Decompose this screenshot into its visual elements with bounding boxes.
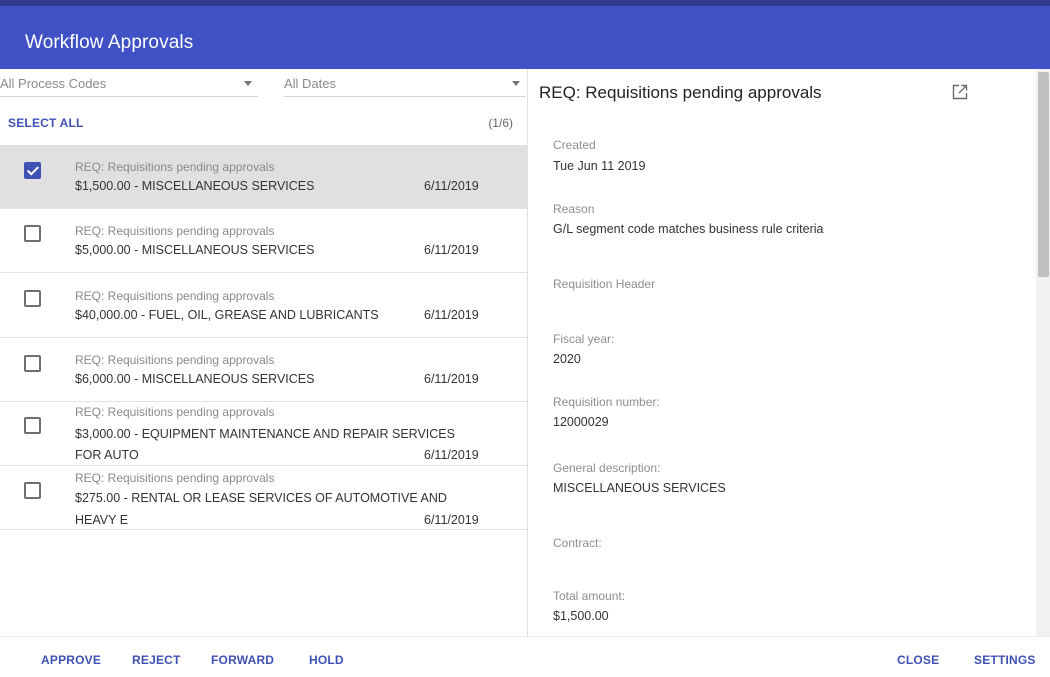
item-description: $40,000.00 - FUEL, OIL, GREASE AND LUBRI… bbox=[75, 308, 379, 322]
title-bar: Workflow Approvals bbox=[0, 0, 1050, 69]
reason-value: G/L segment code matches business rule c… bbox=[553, 222, 824, 236]
created-label: Created bbox=[553, 138, 596, 152]
requisition-number-label: Requisition number: bbox=[553, 395, 660, 409]
scrollbar-thumb[interactable] bbox=[1038, 72, 1049, 277]
item-checkbox[interactable] bbox=[24, 355, 41, 372]
item-description: $6,000.00 - MISCELLANEOUS SERVICES bbox=[75, 372, 315, 386]
approvals-list-pane: All Process Codes All Dates SELECT ALL (… bbox=[0, 69, 528, 636]
detail-pane: REQ: Requisitions pending approvals Crea… bbox=[529, 69, 1050, 636]
total-amount-label: Total amount: bbox=[553, 589, 626, 603]
list-item[interactable]: REQ: Requisitions pending approvals $275… bbox=[0, 466, 528, 530]
select-all-button[interactable]: SELECT ALL bbox=[8, 116, 84, 130]
item-title: REQ: Requisitions pending approvals bbox=[75, 160, 275, 174]
item-checkbox[interactable] bbox=[24, 225, 41, 242]
selection-count: (1/6) bbox=[488, 116, 513, 130]
general-description-value: MISCELLANEOUS SERVICES bbox=[553, 481, 726, 495]
list-item[interactable]: REQ: Requisitions pending approvals $5,0… bbox=[0, 209, 528, 273]
forward-button[interactable]: FORWARD bbox=[211, 653, 274, 667]
item-description: $5,000.00 - MISCELLANEOUS SERVICES bbox=[75, 243, 315, 257]
item-checkbox[interactable] bbox=[24, 290, 41, 307]
created-value: Tue Jun 11 2019 bbox=[553, 159, 646, 173]
open-in-new-icon[interactable] bbox=[951, 83, 969, 101]
fiscal-year-label: Fiscal year: bbox=[553, 332, 615, 346]
item-checkbox[interactable] bbox=[24, 417, 41, 434]
list-item[interactable]: REQ: Requisitions pending approvals $6,0… bbox=[0, 338, 528, 402]
total-amount-value: $1,500.00 bbox=[553, 609, 609, 623]
settings-button[interactable]: SETTINGS bbox=[974, 653, 1036, 667]
action-bar: APPROVE REJECT FORWARD HOLD CLOSE SETTIN… bbox=[0, 636, 1050, 677]
item-date: 6/11/2019 bbox=[424, 513, 479, 527]
item-date: 6/11/2019 bbox=[424, 308, 479, 322]
approve-button[interactable]: APPROVE bbox=[41, 653, 101, 667]
item-date: 6/11/2019 bbox=[424, 179, 479, 193]
item-date: 6/11/2019 bbox=[424, 243, 479, 257]
detail-title: REQ: Requisitions pending approvals bbox=[539, 83, 822, 102]
hold-button[interactable]: HOLD bbox=[309, 653, 344, 667]
process-code-value: All Process Codes bbox=[0, 76, 107, 91]
list-item[interactable]: REQ: Requisitions pending approvals $40,… bbox=[0, 273, 528, 338]
dates-select[interactable]: All Dates bbox=[284, 69, 526, 97]
item-title: REQ: Requisitions pending approvals bbox=[75, 224, 275, 238]
window-title: Workflow Approvals bbox=[25, 32, 194, 53]
requisition-header-label: Requisition Header bbox=[553, 277, 656, 291]
general-description-label: General description: bbox=[553, 461, 661, 475]
dates-value: All Dates bbox=[284, 76, 337, 91]
item-date: 6/11/2019 bbox=[424, 372, 479, 386]
contract-label: Contract: bbox=[553, 536, 602, 550]
process-code-select[interactable]: All Process Codes bbox=[0, 69, 258, 97]
item-description: $3,000.00 - EQUIPMENT MAINTENANCE AND RE… bbox=[75, 427, 455, 441]
reason-label: Reason bbox=[553, 202, 595, 216]
requisition-number-value: 12000029 bbox=[553, 415, 609, 429]
item-checkbox[interactable] bbox=[24, 162, 41, 179]
chevron-down-icon bbox=[244, 81, 252, 86]
item-checkbox[interactable] bbox=[24, 482, 41, 499]
list-item[interactable]: REQ: Requisitions pending approvals $1,5… bbox=[0, 145, 528, 209]
item-title: REQ: Requisitions pending approvals bbox=[75, 405, 275, 419]
item-description-cont: FOR AUTO bbox=[75, 448, 139, 462]
item-date: 6/11/2019 bbox=[424, 448, 479, 462]
chevron-down-icon bbox=[512, 81, 520, 86]
item-title: REQ: Requisitions pending approvals bbox=[75, 471, 275, 485]
item-title: REQ: Requisitions pending approvals bbox=[75, 289, 275, 303]
fiscal-year-value: 2020 bbox=[553, 352, 581, 366]
item-title: REQ: Requisitions pending approvals bbox=[75, 353, 275, 367]
item-description: $1,500.00 - MISCELLANEOUS SERVICES bbox=[75, 179, 315, 193]
close-button[interactable]: CLOSE bbox=[897, 653, 939, 667]
reject-button[interactable]: REJECT bbox=[132, 653, 181, 667]
list-item[interactable]: REQ: Requisitions pending approvals $3,0… bbox=[0, 402, 528, 466]
item-description-cont: HEAVY E bbox=[75, 513, 129, 527]
item-description: $275.00 - RENTAL OR LEASE SERVICES OF AU… bbox=[75, 491, 447, 505]
